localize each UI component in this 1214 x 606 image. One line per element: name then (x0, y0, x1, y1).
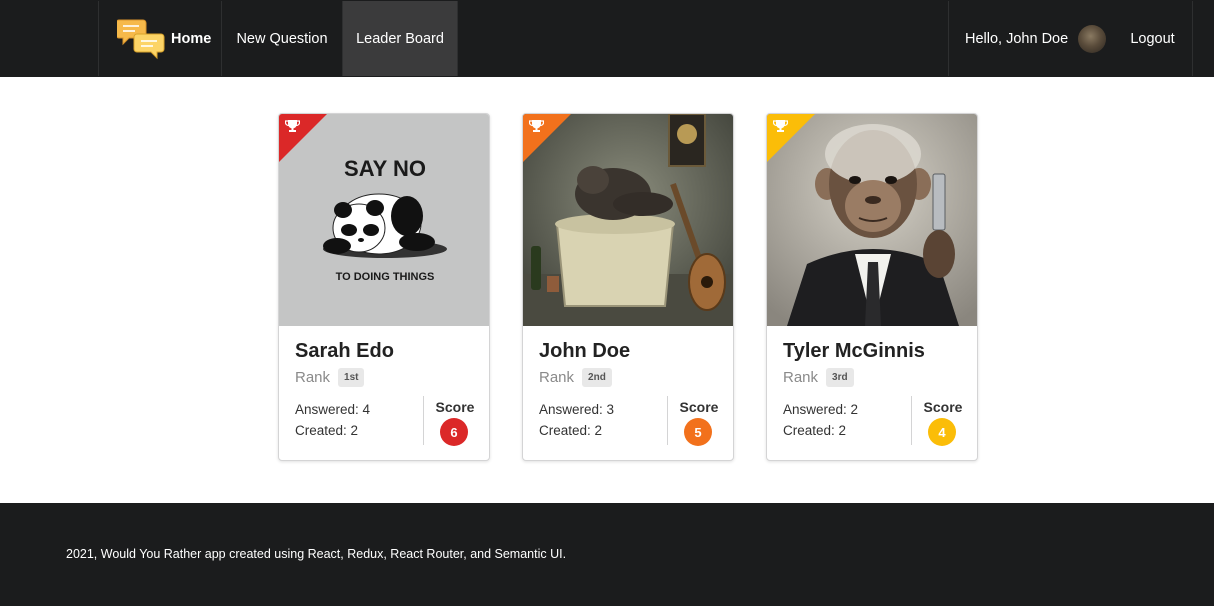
leaderboard-card: SAY NO TO DOING THINGS Sarah Edo Rank 1s… (278, 113, 490, 461)
page-footer: 2021, Would You Rather app created using… (0, 503, 1214, 606)
score-label: Score (435, 399, 475, 415)
rank-row: Rank 1st (295, 368, 365, 387)
stats-divider (911, 396, 912, 445)
user-avatar (1078, 24, 1107, 53)
nav-new-question-label: New Question (236, 30, 328, 47)
avatar-caption-top: SAY NO (344, 156, 426, 181)
trophy-icon (529, 120, 544, 132)
user-stats: Answered: 3 Created: 2 (539, 399, 614, 441)
score-badge: 6 (440, 418, 468, 446)
nav-home-label: Home (171, 30, 212, 47)
user-name: Sarah Edo (295, 340, 394, 362)
rank-label: Rank (295, 369, 331, 386)
nav-leaderboard[interactable]: Leader Board (343, 1, 458, 76)
logout-button[interactable]: Logout (1113, 1, 1193, 76)
stats-divider (667, 396, 668, 445)
rank-badge: 3rd (826, 368, 854, 387)
greeting-text: Hello, John Doe (965, 30, 1069, 47)
score-label: Score (923, 399, 963, 415)
leaderboard-card: Tyler McGinnis Rank 3rd Answered: 2 Crea… (766, 113, 978, 461)
rank-row: Rank 3rd (783, 368, 854, 387)
rank-badge: 2nd (582, 368, 612, 387)
user-greeting: Hello, John Doe (948, 1, 1113, 76)
answered-count: Answered: 3 (539, 402, 615, 417)
logout-label: Logout (1130, 30, 1175, 47)
nav-leaderboard-label: Leader Board (356, 30, 444, 47)
created-count: Created: 2 (783, 423, 847, 438)
user-stats: Answered: 2 Created: 2 (783, 399, 858, 441)
answered-count: Answered: 2 (783, 402, 859, 417)
score-badge: 4 (928, 418, 956, 446)
score-badge: 5 (684, 418, 712, 446)
leaderboard-card: John Doe Rank 2nd Answered: 3 Created: 2… (522, 113, 734, 461)
footer-text: 2021, Would You Rather app created using… (66, 547, 567, 561)
avatar-caption-bottom: TO DOING THINGS (336, 271, 435, 283)
answered-count: Answered: 4 (295, 402, 371, 417)
rank-badge: 1st (338, 368, 365, 387)
stats-divider (423, 396, 424, 445)
created-count: Created: 2 (539, 423, 603, 438)
user-name: Tyler McGinnis (783, 340, 925, 362)
score-label: Score (679, 399, 719, 415)
created-count: Created: 2 (295, 423, 359, 438)
rank-row: Rank 2nd (539, 368, 612, 387)
rank-label: Rank (539, 369, 575, 386)
user-stats: Answered: 4 Created: 2 (295, 399, 370, 441)
trophy-icon (773, 120, 788, 132)
user-name: John Doe (539, 340, 631, 362)
chat-bubbles-icon (117, 19, 165, 59)
trophy-icon (285, 120, 300, 132)
top-navbar: Home New Question Leader Board Hello, Jo… (0, 0, 1214, 77)
rank-label: Rank (783, 369, 819, 386)
nav-home[interactable]: Home (98, 1, 222, 76)
nav-new-question[interactable]: New Question (222, 1, 343, 76)
